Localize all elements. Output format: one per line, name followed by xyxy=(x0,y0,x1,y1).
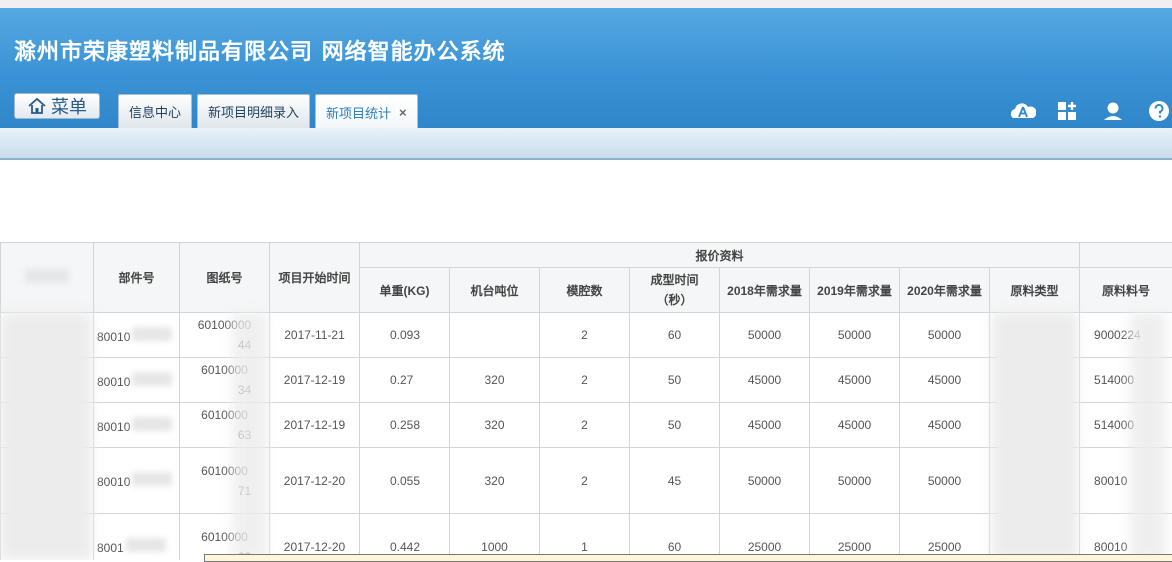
unit-weight-cell: 0.055 xyxy=(360,448,450,514)
part-no-cell: 80010 xyxy=(94,313,180,358)
part-no-cell: 80010 xyxy=(94,358,180,403)
col-header-machine-tonnage: 机台吨位 xyxy=(450,268,540,313)
col-header-molding-time: 成型时间 （秒） xyxy=(630,268,720,313)
start-date-cell: 2017-12-19 xyxy=(270,403,360,448)
app-header: 滁州市荣康塑料制品有限公司 网络智能办公系统 菜单 信息中心 新项目明细录入 新… xyxy=(0,8,1172,128)
molding-time-label: 成型时间 xyxy=(650,273,698,287)
redaction-blur xyxy=(1130,312,1166,560)
part-no-cell: 80010 xyxy=(94,448,180,514)
machine-tonnage-cell: 320 xyxy=(450,448,540,514)
tab-new-project-stats[interactable]: 新项目统计 × xyxy=(315,94,418,130)
cavities-cell: 2 xyxy=(540,403,630,448)
tab-label: 新项目明细录入 xyxy=(208,102,299,121)
redaction-blur xyxy=(232,312,268,560)
status-bar xyxy=(204,554,1172,562)
demand-2018-cell: 50000 xyxy=(720,313,810,358)
menu-button[interactable]: 菜单 xyxy=(14,93,100,119)
col-header-demand-2020: 2020年需求量 xyxy=(900,268,990,313)
demand-2018-cell: 45000 xyxy=(720,403,810,448)
molding-time-cell: 50 xyxy=(630,403,720,448)
tab-label: 新项目统计 xyxy=(326,103,391,122)
demand-2019-cell: 50000 xyxy=(810,313,900,358)
unit-weight-cell: 0.27 xyxy=(360,358,450,403)
col-header-part-no: 部件号 xyxy=(94,243,180,313)
unit-weight-cell: 0.258 xyxy=(360,403,450,448)
machine-tonnage-cell: 320 xyxy=(450,403,540,448)
demand-2020-cell: 50000 xyxy=(900,448,990,514)
col-header-material-no: 原料料号 xyxy=(1080,268,1172,313)
redaction-blur xyxy=(992,312,1078,560)
group-header-blank xyxy=(1080,243,1172,268)
tab-close-icon[interactable]: × xyxy=(399,105,407,120)
molding-time-cell: 60 xyxy=(630,313,720,358)
cavities-cell: 2 xyxy=(540,313,630,358)
start-date-cell: 2017-12-20 xyxy=(270,448,360,514)
app-title: 滁州市荣康塑料制品有限公司 网络智能办公系统 xyxy=(14,34,506,66)
toolbar-bar xyxy=(0,128,1172,160)
part-no-cell: 8001 xyxy=(94,514,180,561)
tab-info-center[interactable]: 信息中心 xyxy=(118,94,192,128)
demand-2018-cell: 50000 xyxy=(720,448,810,514)
part-no-cell: 80010 xyxy=(94,403,180,448)
demand-2020-cell: 45000 xyxy=(900,358,990,403)
demand-2018-cell: 45000 xyxy=(720,358,810,403)
demand-2019-cell: 50000 xyxy=(810,448,900,514)
machine-tonnage-cell: 320 xyxy=(450,358,540,403)
user-icon[interactable] xyxy=(1102,100,1126,122)
demand-2019-cell: 45000 xyxy=(810,358,900,403)
tab-label: 信息中心 xyxy=(129,102,181,121)
unit-weight-cell: 0.093 xyxy=(360,313,450,358)
help-icon[interactable] xyxy=(1148,100,1172,122)
molding-time-cell: 50 xyxy=(630,358,720,403)
col-header-cavities: 模腔数 xyxy=(540,268,630,313)
col-header-demand-2018: 2018年需求量 xyxy=(720,268,810,313)
redaction-blur xyxy=(0,312,92,560)
molding-time-unit: （秒） xyxy=(656,293,692,307)
cavities-cell: 2 xyxy=(540,358,630,403)
demand-2020-cell: 50000 xyxy=(900,313,990,358)
group-header-quote-info: 报价资料 xyxy=(360,243,1080,268)
col-header-drawing-no: 图纸号 xyxy=(180,243,270,313)
start-date-cell: 2017-11-21 xyxy=(270,313,360,358)
demand-2020-cell: 45000 xyxy=(900,403,990,448)
header-toolbar xyxy=(1010,100,1172,122)
menu-label: 菜单 xyxy=(51,93,87,119)
start-date-cell: 2017-12-19 xyxy=(270,358,360,403)
machine-tonnage-cell xyxy=(450,313,540,358)
cloud-icon[interactable] xyxy=(1010,100,1034,122)
home-icon xyxy=(27,97,47,115)
project-stats-table: 部件号 图纸号 项目开始时间 报价资料 单重(KG) 机台吨位 模腔数 成型时间… xyxy=(0,242,1172,560)
tab-new-project-entry[interactable]: 新项目明细录入 xyxy=(197,94,310,128)
col-header-start-date: 项目开始时间 xyxy=(270,243,360,313)
cavities-cell: 2 xyxy=(540,448,630,514)
col-header-material-type: 原料类型 xyxy=(990,268,1080,313)
grid-add-icon[interactable] xyxy=(1056,100,1080,122)
redacted-header-cell xyxy=(1,243,94,313)
demand-2019-cell: 45000 xyxy=(810,403,900,448)
molding-time-cell: 45 xyxy=(630,448,720,514)
col-header-demand-2019: 2019年需求量 xyxy=(810,268,900,313)
col-header-unit-weight: 单重(KG) xyxy=(360,268,450,313)
